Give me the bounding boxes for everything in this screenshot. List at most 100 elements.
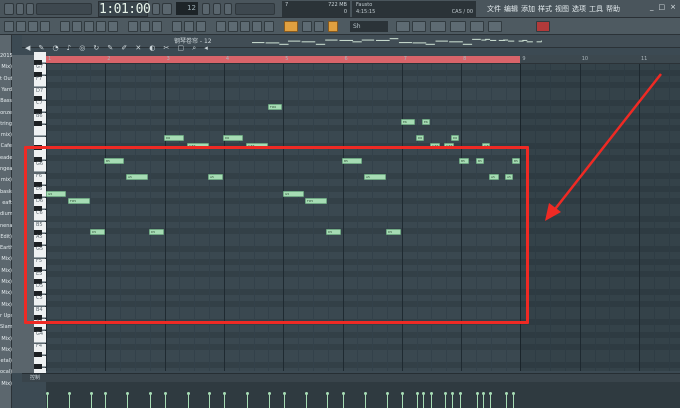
snap-icon[interactable] (4, 21, 14, 32)
channel-name[interactable]: Bass (0, 98, 12, 104)
redo-icon[interactable] (196, 21, 206, 32)
velocity-stem[interactable] (269, 394, 270, 408)
velocity-stem[interactable] (513, 394, 514, 408)
step-edit-icon[interactable] (284, 21, 298, 32)
midi-note[interactable]: G5 (283, 191, 304, 197)
menu-item[interactable]: 样式 (538, 5, 552, 13)
velocity-stem[interactable] (91, 394, 92, 408)
scale-icon[interactable] (16, 21, 26, 32)
envelope-icon[interactable] (216, 21, 226, 32)
midi-note[interactable]: D6 (164, 135, 184, 141)
menu-item[interactable]: 视图 (555, 5, 569, 13)
menu-arrow-icon[interactable]: ◀ (25, 42, 30, 55)
brush-icon[interactable] (328, 21, 338, 32)
black-key[interactable] (34, 145, 42, 151)
channel-name[interactable]: onze (0, 110, 12, 116)
channel-name[interactable]: Mix) (0, 347, 12, 353)
velocity-handle[interactable] (386, 392, 389, 395)
tempo-display[interactable]: 12 (176, 2, 198, 15)
arm-icon[interactable] (450, 21, 466, 32)
midi-note[interactable]: D6 (451, 135, 459, 141)
pencil-icon[interactable] (314, 21, 324, 32)
undo-icon[interactable] (184, 21, 194, 32)
loop-region-bar[interactable] (46, 56, 520, 63)
channel-name[interactable]: Mix) (0, 279, 12, 285)
velocity-stem[interactable] (105, 394, 106, 408)
channel-name[interactable]: Mix) (0, 302, 12, 308)
velocity-stem[interactable] (69, 394, 70, 408)
stamp-icon[interactable]: ◔ (52, 42, 58, 55)
velocity-handle[interactable] (364, 392, 367, 395)
midi-note[interactable]: C#6 (187, 143, 209, 149)
midi-note[interactable]: D6 (416, 135, 424, 141)
menu-item[interactable]: 帮助 (606, 5, 620, 13)
velocity-stem[interactable] (365, 394, 366, 408)
velocity-stem[interactable] (127, 394, 128, 408)
channel-name[interactable]: Cafe (0, 143, 12, 149)
mute-icon[interactable]: ◐ (149, 42, 155, 55)
channel-name[interactable]: 2015 (0, 53, 12, 59)
midi-note[interactable]: C#6 (482, 143, 490, 149)
midi-note[interactable]: B5 (342, 158, 362, 164)
master-volume-slider[interactable] (36, 3, 92, 15)
velocity-stem[interactable] (47, 394, 48, 408)
midi-note[interactable]: B5 (459, 158, 469, 164)
velocity-handle[interactable] (326, 392, 329, 395)
midi-note[interactable]: E6 (401, 119, 415, 125)
velocity-handle[interactable] (283, 392, 286, 395)
velocity-handle[interactable] (46, 392, 49, 395)
record-mode-icon[interactable] (396, 21, 410, 32)
midi-note[interactable]: A5 (126, 174, 148, 180)
channel-name[interactable]: t Out (0, 76, 12, 82)
play-icon[interactable] (16, 3, 24, 15)
minimize-icon[interactable]: _ (650, 3, 654, 11)
velocity-handle[interactable] (489, 392, 492, 395)
velocity-stem[interactable] (490, 394, 491, 408)
black-key[interactable] (34, 363, 42, 369)
chord-icon[interactable] (28, 21, 38, 32)
channel-name[interactable]: Earth (0, 245, 12, 251)
channel-name[interactable]: Mix) (0, 290, 12, 296)
audio-mode-icon[interactable] (412, 21, 426, 32)
cut-icon[interactable] (152, 21, 162, 32)
velocity-stem[interactable] (506, 394, 507, 408)
velocity-stem[interactable] (306, 394, 307, 408)
brush-icon[interactable]: ✐ (121, 42, 127, 55)
velocity-handle[interactable] (459, 392, 462, 395)
wave-icon[interactable] (40, 21, 50, 32)
delete-icon[interactable]: ✕ (135, 42, 141, 55)
link-icon[interactable] (302, 21, 312, 32)
menu-item[interactable]: 工具 (589, 5, 603, 13)
velocity-handle[interactable] (430, 392, 433, 395)
pattern-song-toggle[interactable] (162, 3, 172, 15)
velocity-handle[interactable] (126, 392, 129, 395)
midi-note[interactable]: F#5 (305, 198, 327, 204)
midi-note[interactable]: D5 (90, 229, 105, 235)
velocity-stem[interactable] (452, 394, 453, 408)
pattern-selector[interactable]: Sh (350, 21, 388, 32)
master-pitch-slider[interactable] (235, 3, 275, 15)
browser-icon[interactable] (108, 21, 118, 32)
channel-name[interactable]: Slam (0, 324, 12, 330)
menu-item[interactable]: 选项 (572, 5, 586, 13)
velocity-handle[interactable] (444, 392, 447, 395)
velocity-stem[interactable] (402, 394, 403, 408)
velocity-handle[interactable] (512, 392, 515, 395)
black-key[interactable] (34, 351, 42, 357)
playlist-icon[interactable] (84, 21, 94, 32)
channel-name[interactable]: r Ups (0, 313, 12, 319)
midi-note[interactable]: D6 (223, 135, 243, 141)
menu-item[interactable]: 添加 (521, 5, 535, 13)
black-key[interactable] (34, 120, 42, 126)
menu-item[interactable]: 编辑 (504, 5, 518, 13)
velocity-stem[interactable] (224, 394, 225, 408)
piano-roll-grid[interactable]: G5 F#5 D5 B5 A5 D5 D6 C#6 A5 D6 C#6 F#6 G5 F#5 D5 B5 A5 D… (46, 64, 680, 371)
velocity-stem[interactable] (165, 394, 166, 408)
channel-name[interactable]: mix) (0, 132, 12, 138)
loop-icon[interactable] (172, 21, 182, 32)
channel-name[interactable]: Mix) (0, 336, 12, 342)
velocity-stem[interactable] (423, 394, 424, 408)
velocity-handle[interactable] (223, 392, 226, 395)
velocity-stem[interactable] (417, 394, 418, 408)
velocity-handle[interactable] (476, 392, 479, 395)
